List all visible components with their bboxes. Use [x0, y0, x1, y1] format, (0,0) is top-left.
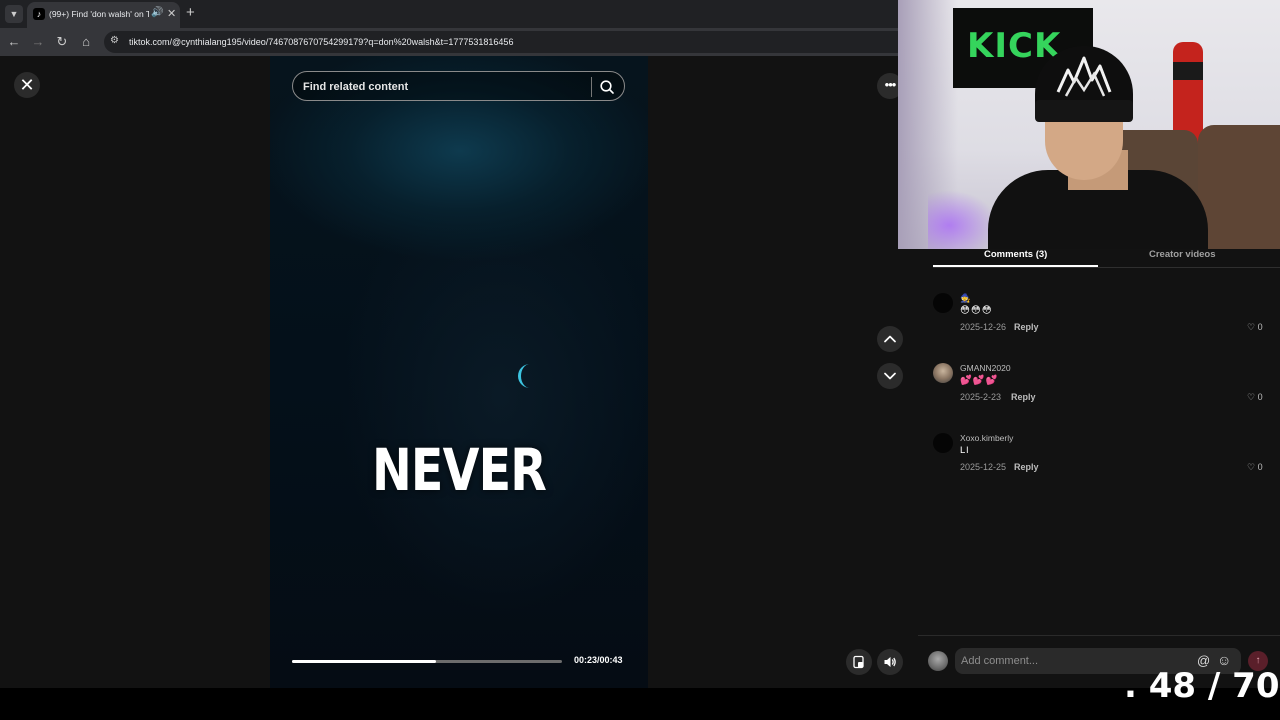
avatar[interactable]: [933, 363, 953, 383]
like-button[interactable]: ♡ 0: [1247, 322, 1263, 333]
comment-username[interactable]: 🧙: [960, 293, 971, 304]
progress-bar[interactable]: [292, 660, 562, 663]
volume-button[interactable]: [877, 649, 903, 675]
heart-icon: ♡: [1247, 322, 1256, 332]
comment-date: 2025-12-25: [960, 462, 1007, 472]
video-caption: NEVER: [371, 436, 547, 504]
comment-date: 2025-12-26: [960, 322, 1007, 332]
like-count: 0: [1257, 322, 1263, 332]
like-button[interactable]: ♡ 0: [1247, 392, 1263, 403]
close-icon[interactable]: ✕: [14, 72, 40, 98]
progress-fill: [292, 660, 437, 663]
tab-audio-icon[interactable]: 🔊: [151, 7, 163, 18]
comment-item: 🧙 😳😳😳 2025-12-26 Reply ♡ 0: [933, 293, 1273, 348]
chevron-down-icon: [884, 372, 896, 380]
heart-icon: ♡: [1247, 392, 1256, 402]
new-tab-button[interactable]: +: [186, 4, 195, 21]
search-input[interactable]: [303, 79, 583, 95]
chevron-up-icon: [884, 335, 896, 343]
video-player[interactable]: NEVER 00:23/00:43: [270, 56, 648, 688]
browser-tab-bar: ▼ ♪ (99+) Find 'don walsh' on Ti 🔊 ✕ +: [0, 0, 898, 28]
progress-counter: . 48 / 70: [1124, 666, 1280, 706]
comment-username[interactable]: GMANN2020: [960, 363, 1011, 373]
tab-search-button[interactable]: ▼: [5, 5, 23, 23]
browser-tab[interactable]: ♪ (99+) Find 'don walsh' on Ti 🔊 ✕: [27, 2, 180, 28]
tab-close-icon[interactable]: ✕: [167, 7, 176, 20]
search-icon[interactable]: [599, 79, 615, 95]
next-video-button[interactable]: [877, 363, 903, 389]
home-icon[interactable]: ⌂: [78, 34, 94, 49]
forward-icon[interactable]: →: [30, 34, 46, 49]
reload-icon[interactable]: ↻: [54, 34, 70, 50]
volume-icon: [884, 657, 896, 667]
heart-icon: ♡: [1247, 462, 1256, 472]
reply-button[interactable]: Reply: [1011, 392, 1036, 402]
comment-text: Ll: [960, 445, 970, 456]
back-icon[interactable]: ←: [6, 34, 22, 49]
picture-in-picture-icon: [853, 655, 864, 669]
avatar[interactable]: [928, 651, 948, 671]
reply-button[interactable]: Reply: [1014, 462, 1039, 472]
like-count: 0: [1257, 462, 1263, 472]
avatar[interactable]: [933, 293, 953, 313]
beanie-pattern: [1056, 56, 1112, 97]
avatar[interactable]: [933, 433, 953, 453]
comment-item: GMANN2020 💕💕💕 2025-2-23 Reply ♡ 0: [933, 363, 1273, 418]
comment-text: 😳😳😳: [960, 305, 993, 316]
streamer-beanie-band: [1035, 100, 1133, 122]
address-bar[interactable]: ⚙ tiktok.com/@cynthialang195/video/74670…: [104, 31, 898, 53]
video-page: ✕ NEVER 00:23/00:43 •••: [0, 56, 918, 688]
like-count: 0: [1257, 392, 1263, 402]
browser-toolbar: ← → ↻ ⌂ ⚙ tiktok.com/@cynthialang195/vid…: [0, 28, 898, 56]
search-divider: [591, 77, 592, 97]
previous-video-button[interactable]: [877, 326, 903, 352]
reply-button[interactable]: Reply: [1014, 322, 1039, 332]
tab-divider: [933, 267, 1280, 268]
chair: [1198, 125, 1280, 249]
comment-text: 💕💕💕: [960, 375, 999, 386]
webcam-overlay: KICK: [898, 0, 1280, 249]
moon-icon: [518, 364, 530, 388]
url-text[interactable]: tiktok.com/@cynthialang195/video/7467087…: [129, 37, 513, 47]
search-bar[interactable]: [292, 71, 625, 101]
tiktok-favicon-icon: ♪: [33, 8, 45, 20]
video-time: 00:23/00:43: [574, 655, 623, 665]
comment-date: 2025-2-23: [960, 392, 1002, 402]
comment-item: Xoxo.kimberly Ll 2025-12-25 Reply ♡ 0: [933, 433, 1273, 488]
bottom-bar: [0, 688, 1280, 720]
tab-comments[interactable]: Comments (3): [984, 249, 1047, 260]
comment-username[interactable]: Xoxo.kimberly: [960, 433, 1013, 443]
tab-creator-videos[interactable]: Creator videos: [1149, 249, 1216, 260]
like-button[interactable]: ♡ 0: [1247, 462, 1263, 473]
punching-bag-band: [1173, 62, 1203, 80]
tab-title: (99+) Find 'don walsh' on Ti: [49, 9, 149, 19]
site-info-icon[interactable]: ⚙: [110, 35, 119, 46]
comments-panel: Comments (3) Creator videos 🧙 😳😳😳 2025-1…: [918, 249, 1280, 688]
picture-in-picture-button[interactable]: [846, 649, 872, 675]
